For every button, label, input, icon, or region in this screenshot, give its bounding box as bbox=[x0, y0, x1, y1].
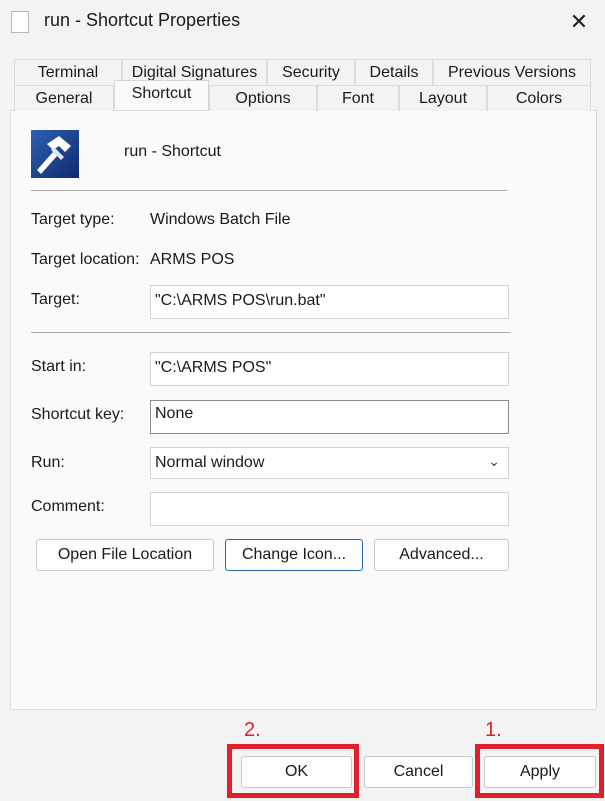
start-in-input[interactable]: "C:\ARMS POS" bbox=[150, 352, 509, 386]
shortcut-key-input[interactable]: None bbox=[150, 400, 509, 434]
tab-previous-versions[interactable]: Previous Versions bbox=[433, 59, 591, 85]
annotation-label-apply: 1. bbox=[485, 719, 502, 741]
tab-row-2: General Shortcut Options Font Layout Col… bbox=[14, 80, 591, 111]
window-title: run - Shortcut Properties bbox=[44, 10, 241, 30]
tab-general[interactable]: General bbox=[14, 85, 114, 111]
target-location-label: Target location: bbox=[31, 251, 140, 268]
start-in-label: Start in: bbox=[31, 358, 87, 375]
target-location-value: ARMS POS bbox=[150, 251, 235, 268]
tab-terminal[interactable]: Terminal bbox=[14, 59, 122, 85]
shortcut-key-label: Shortcut key: bbox=[31, 406, 125, 423]
divider bbox=[31, 332, 510, 333]
tab-security[interactable]: Security bbox=[267, 59, 355, 85]
change-icon-button[interactable]: Change Icon... bbox=[225, 539, 363, 571]
annotation-box-apply bbox=[475, 744, 604, 798]
run-label: Run: bbox=[31, 454, 65, 471]
comment-label: Comment: bbox=[31, 498, 105, 515]
open-file-location-button[interactable]: Open File Location bbox=[36, 539, 214, 571]
divider bbox=[31, 190, 507, 191]
target-label: Target: bbox=[31, 291, 80, 308]
tab-options[interactable]: Options bbox=[209, 85, 317, 111]
target-input[interactable]: "C:\ARMS POS\run.bat" bbox=[150, 285, 509, 319]
annotation-box-ok bbox=[227, 744, 359, 798]
run-select-value: Normal window bbox=[155, 454, 265, 471]
target-type-value: Windows Batch File bbox=[150, 211, 291, 228]
shortcut-name: run - Shortcut bbox=[124, 143, 221, 160]
title-bar: run - Shortcut Properties ✕ bbox=[0, 0, 605, 44]
shortcut-app-icon bbox=[11, 11, 29, 33]
cancel-button[interactable]: Cancel bbox=[364, 756, 473, 788]
annotation-label-ok: 2. bbox=[244, 719, 261, 741]
tab-colors[interactable]: Colors bbox=[487, 85, 591, 111]
chevron-down-icon: ⌄ bbox=[488, 453, 500, 469]
tab-row-1: Terminal Digital Signatures Security Det… bbox=[14, 59, 591, 85]
tab-layout[interactable]: Layout bbox=[399, 85, 487, 111]
run-select[interactable]: Normal window ⌄ bbox=[150, 447, 509, 479]
advanced-button[interactable]: Advanced... bbox=[374, 539, 509, 571]
tab-font[interactable]: Font bbox=[317, 85, 399, 111]
target-type-label: Target type: bbox=[31, 211, 115, 228]
comment-input[interactable] bbox=[150, 492, 509, 526]
batch-file-hammer-icon bbox=[31, 130, 79, 178]
close-icon[interactable]: ✕ bbox=[565, 8, 593, 36]
tab-shortcut[interactable]: Shortcut bbox=[114, 80, 209, 110]
tab-details[interactable]: Details bbox=[355, 59, 433, 85]
